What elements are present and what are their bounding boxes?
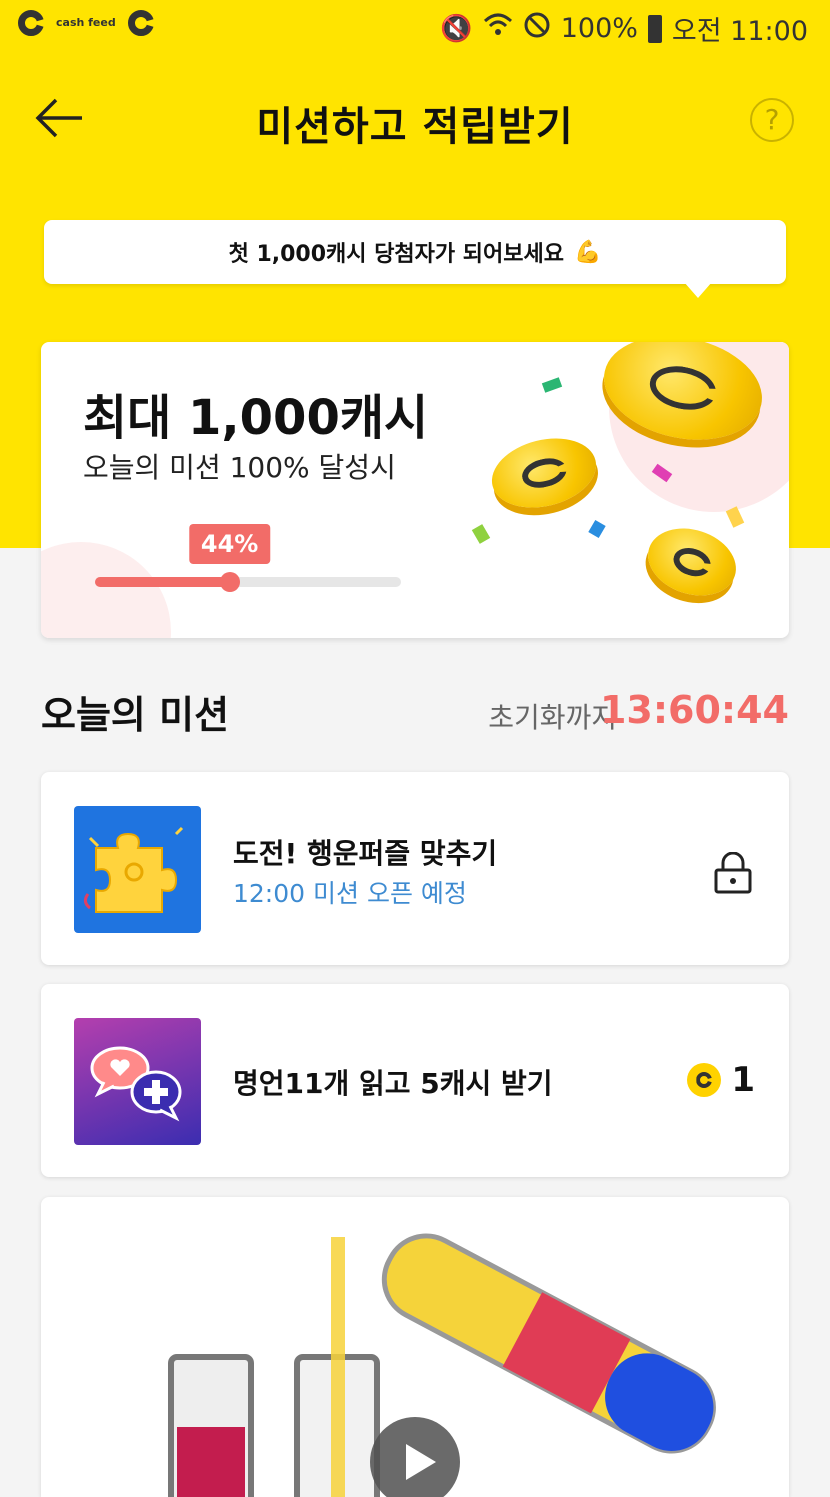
- status-bar: cash feed 🔇 100% 오전 11:00: [0, 0, 830, 54]
- coin-icon: [639, 517, 745, 607]
- app-header: 미션하고 적립받기 ?: [0, 80, 830, 160]
- decorative-blob: [41, 542, 171, 638]
- progress-fill: [95, 577, 230, 587]
- page-title: 미션하고 적립받기: [256, 104, 574, 150]
- missions-section-header: 오늘의 미션 초기화까지 13:60:44: [41, 684, 789, 744]
- mission-title: 도전! 행운퍼즐 맞추기: [233, 837, 498, 870]
- mute-icon: 🔇: [440, 13, 473, 44]
- progress-badge: 44%: [188, 524, 271, 564]
- mission-status: 12:00 미션 오픈 예정: [233, 879, 467, 908]
- mission-reward: 1: [687, 1060, 755, 1100]
- coin-icon: [484, 428, 604, 518]
- progress-knob: [219, 572, 240, 592]
- video-ad-card[interactable]: [41, 1197, 789, 1497]
- promo-tooltip: 첫 1,000캐시 당첨자가 되어보세요 💪: [44, 220, 786, 298]
- reward-title: 최대 1,000캐시: [83, 390, 429, 446]
- cashfeed-brand-text: cash feed: [56, 16, 116, 29]
- reset-timer-value: 13:60:44: [599, 688, 789, 732]
- mission-title: 명언11개 읽고 5캐시 받기: [233, 1067, 553, 1100]
- cashfeed-logo-icon: [128, 10, 154, 36]
- muscle-emoji-icon: 💪: [574, 239, 602, 265]
- battery-icon: [647, 14, 662, 43]
- progress-bar: [95, 572, 401, 592]
- cashfeed-logo-icon: [18, 10, 44, 36]
- puzzle-thumbnail-icon: [74, 806, 201, 933]
- mission-card-puzzle[interactable]: 도전! 행운퍼즐 맞추기 12:00 미션 오픈 예정: [41, 772, 789, 965]
- reward-subtitle: 오늘의 미션 100% 달성시: [83, 451, 396, 484]
- wifi-icon: [483, 11, 513, 46]
- promo-tooltip-text: 첫 1,000캐시 당첨자가 되어보세요: [228, 242, 565, 267]
- reset-timer-label: 초기화까지: [488, 701, 617, 734]
- reward-card[interactable]: 최대 1,000캐시 오늘의 미션 100% 달성시 44%: [41, 342, 789, 638]
- no-sim-icon: [523, 11, 551, 46]
- confetti-icon: [588, 519, 606, 539]
- status-bar-left: cash feed: [18, 10, 154, 36]
- status-bar-right: 🔇 100% 오전 11:00: [440, 9, 808, 48]
- lock-icon: [713, 851, 753, 894]
- clock: 오전 11:00: [671, 16, 808, 47]
- missions-section-title: 오늘의 미션: [41, 693, 230, 737]
- play-icon[interactable]: [370, 1417, 460, 1497]
- coin-icon: [687, 1063, 722, 1097]
- confetti-icon: [541, 377, 563, 393]
- mission-reward-amount: 1: [731, 1060, 755, 1100]
- mission-card-quotes[interactable]: 명언11개 읽고 5캐시 받기 1: [41, 984, 789, 1177]
- chat-heart-thumbnail-icon: [74, 1018, 201, 1145]
- confetti-icon: [471, 524, 491, 544]
- confetti-icon: [725, 506, 745, 528]
- battery-percent: 100%: [560, 13, 638, 44]
- help-button[interactable]: ?: [750, 98, 794, 142]
